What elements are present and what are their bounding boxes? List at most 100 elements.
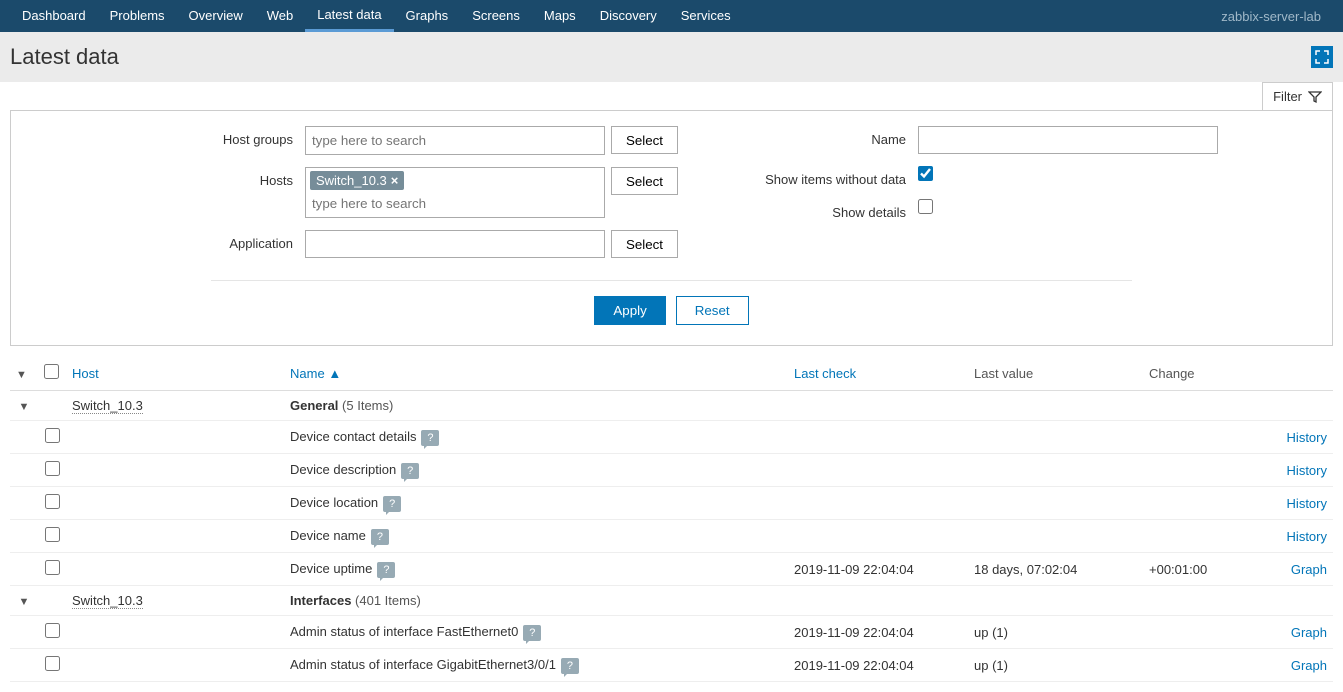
- help-icon[interactable]: ?: [371, 529, 389, 545]
- nav-maps[interactable]: Maps: [532, 0, 588, 32]
- hosts-search[interactable]: [310, 193, 600, 214]
- name-label: Name: [738, 126, 918, 147]
- show-without-data-label: Show items without data: [738, 166, 918, 187]
- help-icon[interactable]: ?: [421, 430, 439, 446]
- item-action-link[interactable]: History: [1287, 463, 1327, 478]
- hosts-select-button[interactable]: Select: [611, 167, 678, 195]
- collapse-all-icon[interactable]: ▼: [16, 369, 27, 381]
- hosts-input[interactable]: Switch_10.3×: [305, 167, 605, 218]
- col-name[interactable]: Name ▲: [284, 356, 788, 391]
- host-tag[interactable]: Switch_10.3×: [310, 171, 404, 190]
- item-last-check: 2019-11-09 22:04:04: [788, 649, 968, 682]
- host-link[interactable]: Switch_10.3: [72, 593, 143, 609]
- apply-button[interactable]: Apply: [594, 296, 665, 325]
- name-input[interactable]: [918, 126, 1218, 154]
- item-action-link[interactable]: History: [1287, 496, 1327, 511]
- collapse-group-icon[interactable]: ▼: [19, 401, 30, 413]
- host-link[interactable]: Switch_10.3: [72, 398, 143, 414]
- item-row: Device contact details? History: [10, 421, 1333, 454]
- item-last-value: up (1): [968, 616, 1143, 649]
- help-icon[interactable]: ?: [377, 562, 395, 578]
- item-action-link[interactable]: Graph: [1291, 658, 1327, 673]
- item-checkbox[interactable]: [45, 656, 60, 671]
- filter-tab-label: Filter: [1273, 89, 1302, 104]
- nav-screens[interactable]: Screens: [460, 0, 532, 32]
- application-input[interactable]: [305, 230, 605, 258]
- item-last-check: [788, 421, 968, 454]
- host-groups-label: Host groups: [125, 126, 305, 147]
- item-row: Device description?History: [10, 454, 1333, 487]
- item-last-value: [968, 454, 1143, 487]
- item-checkbox[interactable]: [45, 560, 60, 575]
- data-table: ▼ Host Name ▲ Last check Last value Chan…: [10, 356, 1333, 682]
- item-row: Device name?History: [10, 520, 1333, 553]
- item-name: Device contact details: [290, 429, 416, 444]
- item-change: [1143, 649, 1273, 682]
- item-row: Admin status of interface FastEthernet0?…: [10, 616, 1333, 649]
- application-label: Application: [125, 230, 305, 251]
- item-action-link[interactable]: Graph: [1291, 562, 1327, 577]
- item-change: [1143, 421, 1273, 454]
- show-details-label: Show details: [738, 199, 918, 220]
- item-change: [1143, 454, 1273, 487]
- nav-overview[interactable]: Overview: [177, 0, 255, 32]
- item-last-check: 2019-11-09 22:04:04: [788, 553, 968, 586]
- item-checkbox[interactable]: [45, 428, 60, 443]
- col-last-check[interactable]: Last check: [788, 356, 968, 391]
- nav-web[interactable]: Web: [255, 0, 306, 32]
- nav-discovery[interactable]: Discovery: [588, 0, 669, 32]
- item-checkbox[interactable]: [45, 623, 60, 638]
- nav-graphs[interactable]: Graphs: [394, 0, 461, 32]
- nav-services[interactable]: Services: [669, 0, 743, 32]
- reset-button[interactable]: Reset: [676, 296, 749, 325]
- item-change: [1143, 520, 1273, 553]
- col-host[interactable]: Host: [66, 356, 284, 391]
- collapse-group-icon[interactable]: ▼: [19, 596, 30, 608]
- fullscreen-button[interactable]: [1311, 46, 1333, 68]
- item-checkbox[interactable]: [45, 461, 60, 476]
- item-row: Admin status of interface GigabitEtherne…: [10, 649, 1333, 682]
- item-action-link[interactable]: Graph: [1291, 625, 1327, 640]
- item-action-link[interactable]: History: [1287, 430, 1327, 445]
- item-name: Admin status of interface FastEthernet0: [290, 624, 518, 639]
- item-name: Device uptime: [290, 561, 372, 576]
- item-count: (5 Items): [342, 398, 393, 413]
- item-last-check: [788, 454, 968, 487]
- application-select-button[interactable]: Select: [611, 230, 678, 258]
- tag-remove-icon[interactable]: ×: [391, 173, 399, 188]
- item-action-link[interactable]: History: [1287, 529, 1327, 544]
- item-name: Admin status of interface GigabitEtherne…: [290, 657, 556, 672]
- nav-problems[interactable]: Problems: [98, 0, 177, 32]
- item-checkbox[interactable]: [45, 527, 60, 542]
- help-icon[interactable]: ?: [401, 463, 419, 479]
- application-name: General: [290, 398, 338, 413]
- filter-tab[interactable]: Filter: [1262, 82, 1333, 110]
- group-row: ▼ Switch_10.3 General (5 Items): [10, 391, 1333, 421]
- show-without-data-checkbox[interactable]: [918, 166, 933, 181]
- show-details-checkbox[interactable]: [918, 199, 933, 214]
- top-nav: DashboardProblemsOverviewWebLatest dataG…: [0, 0, 1343, 32]
- item-row: Device location?History: [10, 487, 1333, 520]
- item-last-value: 18 days, 07:02:04: [968, 553, 1143, 586]
- nav-dashboard[interactable]: Dashboard: [10, 0, 98, 32]
- nav-latest-data[interactable]: Latest data: [305, 0, 393, 32]
- item-change: [1143, 487, 1273, 520]
- application-name: Interfaces: [290, 593, 351, 608]
- host-groups-search[interactable]: [310, 130, 600, 151]
- item-last-value: [968, 421, 1143, 454]
- hosts-label: Hosts: [125, 167, 305, 188]
- page-title: Latest data: [10, 44, 119, 70]
- select-all-checkbox[interactable]: [44, 364, 59, 379]
- host-groups-select-button[interactable]: Select: [611, 126, 678, 154]
- col-last-value: Last value: [968, 356, 1143, 391]
- item-checkbox[interactable]: [45, 494, 60, 509]
- filter-icon: [1308, 90, 1322, 104]
- help-icon[interactable]: ?: [383, 496, 401, 512]
- filter-panel: Host groups Select Hosts Switch_10.3× Se…: [10, 110, 1333, 346]
- group-row: ▼Switch_10.3Interfaces (401 Items): [10, 586, 1333, 616]
- host-groups-input[interactable]: [305, 126, 605, 155]
- help-icon[interactable]: ?: [561, 658, 579, 674]
- help-icon[interactable]: ?: [523, 625, 541, 641]
- item-last-value: up (1): [968, 649, 1143, 682]
- page-header: Latest data: [0, 32, 1343, 82]
